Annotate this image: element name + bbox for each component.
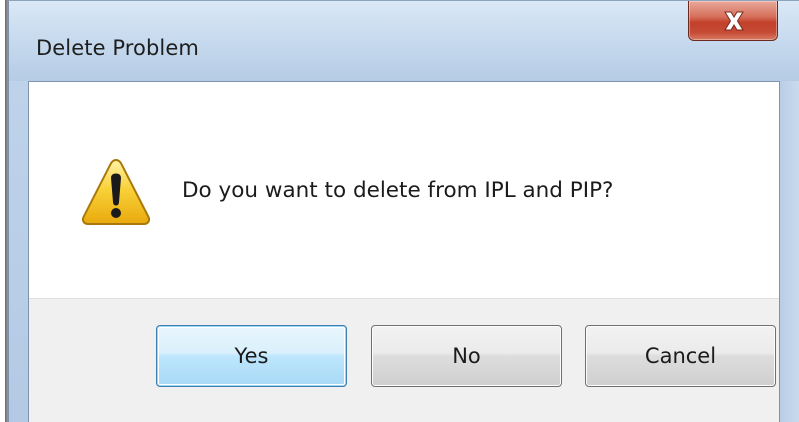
- background-window-edge: [0, 0, 8, 422]
- dialog-message: Do you want to delete from IPL and PIP?: [182, 178, 614, 203]
- title-bar[interactable]: Delete Problem: [9, 1, 799, 81]
- no-button[interactable]: No: [371, 325, 562, 387]
- cancel-button[interactable]: Cancel: [585, 325, 776, 387]
- button-bar: Yes No Cancel: [29, 298, 779, 422]
- close-button[interactable]: [688, 1, 778, 41]
- yes-button[interactable]: Yes: [156, 325, 347, 387]
- warning-icon: [81, 158, 151, 225]
- screen: Delete Problem Do you want to delete fro…: [0, 0, 799, 422]
- message-area: Do you want to delete from IPL and PIP?: [29, 82, 779, 298]
- dialog-body: Do you want to delete from IPL and PIP? …: [28, 81, 780, 422]
- dialog-title: Delete Problem: [36, 36, 199, 60]
- delete-problem-dialog: Delete Problem Do you want to delete fro…: [8, 0, 799, 422]
- close-icon: [724, 11, 744, 31]
- window-frame-right: [779, 81, 799, 422]
